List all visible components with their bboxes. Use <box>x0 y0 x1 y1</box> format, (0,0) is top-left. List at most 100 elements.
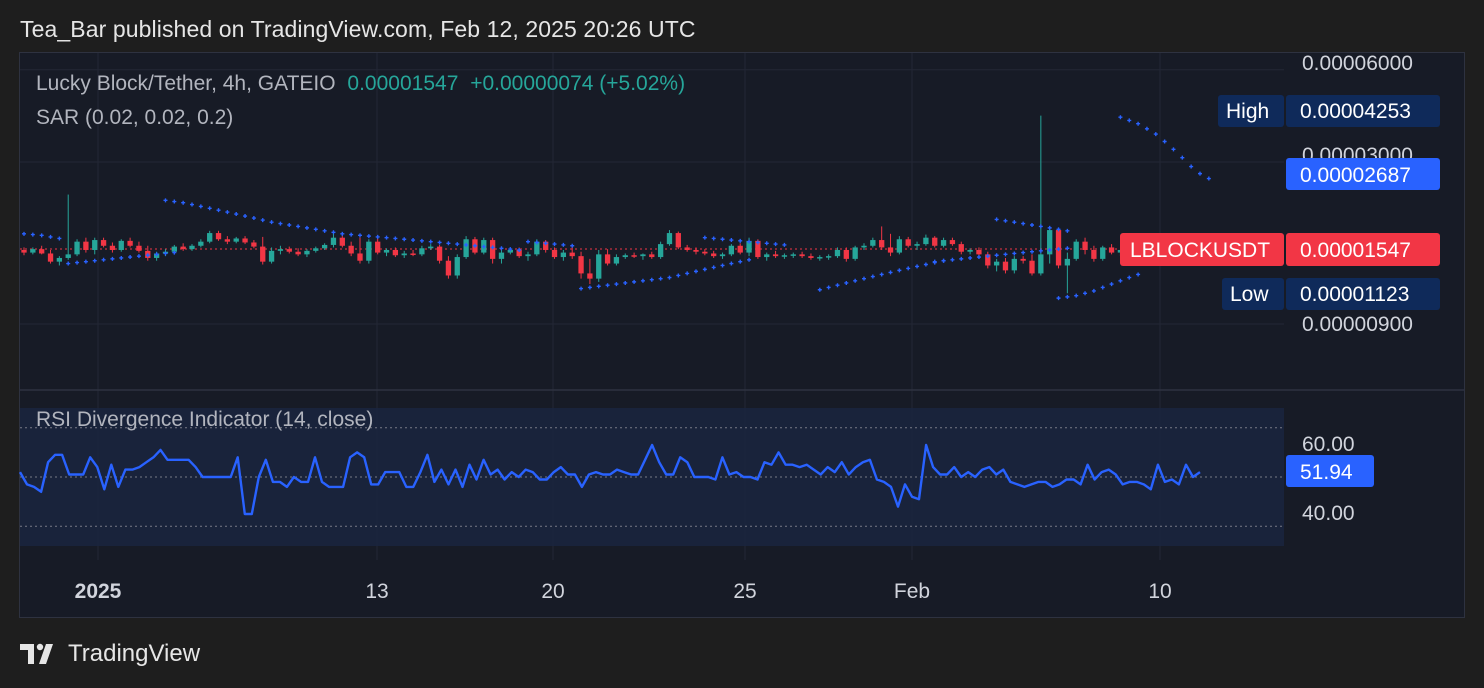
sar-dot-6-3 <box>844 280 849 285</box>
candle-body-65 <box>596 254 602 279</box>
sar-dot-10-1 <box>1127 118 1132 123</box>
candle-body-71 <box>649 254 655 258</box>
sar-dot-7-7 <box>994 253 999 258</box>
candle-body-114 <box>1029 260 1035 274</box>
symbol-legend: Lucky Block/Tether, 4h, GATEIO 0.0000154… <box>36 72 691 96</box>
sar-dot-4-3 <box>605 283 610 288</box>
candle-body-76 <box>693 249 699 252</box>
sar-dot-9-9 <box>1136 272 1141 277</box>
sar-dot-2-21 <box>349 232 354 237</box>
candle-body-108 <box>976 249 982 255</box>
chart-canvas[interactable]: 0.00006000 0.00003000 0.00000900 High 0.… <box>0 0 1484 688</box>
sar-legend: SAR (0.02, 0.02, 0.2) <box>36 106 234 129</box>
candle-body-4 <box>56 257 63 262</box>
candle-body-120 <box>1082 241 1088 250</box>
sar-dot-4-5 <box>623 280 628 285</box>
candle-body-99 <box>896 239 903 253</box>
candle-body-42 <box>392 249 399 256</box>
sar-dot-2-0 <box>163 198 168 203</box>
candle-body-63 <box>578 256 584 274</box>
sar-dot-6-1 <box>826 285 831 290</box>
candle-body-19 <box>189 245 195 250</box>
candle-body-104 <box>940 240 947 246</box>
footer-brand: TradingView <box>68 640 201 667</box>
sar-dot-4-4 <box>614 282 619 287</box>
sar-dot-2-5 <box>207 206 212 211</box>
sar-dot-10-6 <box>1171 147 1176 152</box>
candle-body-32 <box>304 250 310 255</box>
candle-body-112 <box>1011 258 1017 271</box>
low-label: Low <box>1230 283 1269 306</box>
candle-body-46 <box>428 246 434 249</box>
price-tick-2: 0.00000900 <box>1302 313 1413 336</box>
candle-body-29 <box>277 249 284 251</box>
sar-dot-5-9 <box>782 242 787 247</box>
sar-dot-10-10 <box>1206 176 1211 181</box>
time-tick-25: 25 <box>733 580 756 603</box>
candle-body-102 <box>923 237 929 245</box>
sar-dot-4-9 <box>658 276 663 281</box>
candle-body-68 <box>622 255 628 258</box>
candle-body-122 <box>1100 247 1106 259</box>
time-tick-2025: 2025 <box>75 580 122 603</box>
candle-body-78 <box>711 253 717 257</box>
sar-dot-2-10 <box>251 216 256 221</box>
candle-body-61 <box>560 252 567 258</box>
sar-dot-4-6 <box>632 279 637 284</box>
sar-dot-10-9 <box>1198 171 1202 176</box>
sar-dot-4-2 <box>596 284 601 289</box>
low-value: 0.00001123 <box>1300 283 1409 306</box>
candle-body-93 <box>843 249 849 259</box>
candle-body-33 <box>313 248 319 251</box>
sar-dot-2-8 <box>234 212 239 217</box>
candle-body-67 <box>613 257 620 264</box>
sar-dot-2-2 <box>181 200 186 205</box>
sar-dot-9-5 <box>1100 285 1105 290</box>
candle-body-81 <box>737 245 743 253</box>
sar-dot-9-1 <box>1065 294 1070 299</box>
candle-body-49 <box>454 257 460 276</box>
sar-dot-8-0 <box>994 217 999 222</box>
candle-body-94 <box>852 247 858 259</box>
sar-dot-2-6 <box>216 208 221 213</box>
sar-dot-2-18 <box>322 228 327 233</box>
sar-dot-9-4 <box>1091 288 1096 293</box>
candle-body-87 <box>790 254 796 256</box>
sar-dot-2-29 <box>419 238 424 243</box>
tradingview-logo-icon <box>20 643 53 664</box>
sar-dot-2-19 <box>331 230 336 235</box>
sar-dot-2-22 <box>358 233 362 238</box>
time-tick-feb: Feb <box>894 580 930 603</box>
sar-dot-7-12 <box>1038 248 1043 253</box>
sar-dot-1-7 <box>128 255 133 260</box>
sar-dot-2-16 <box>304 225 309 230</box>
sar-dot-7-4 <box>968 255 973 260</box>
footer: TradingView <box>20 640 200 668</box>
candle-body-6 <box>74 241 80 255</box>
sar-dot-2-28 <box>411 238 416 243</box>
sar-dot-5-7 <box>764 241 769 246</box>
sar-dot-1-5 <box>110 256 115 261</box>
sar-dot-8-1 <box>1003 218 1008 223</box>
sar-dot-6-4 <box>853 278 858 283</box>
candle-body-98 <box>887 247 894 253</box>
candles-group <box>21 115 1203 294</box>
sar-dot-7-5 <box>976 255 981 260</box>
candle-body-12 <box>127 240 133 246</box>
sar-dot-2-13 <box>278 221 283 226</box>
candle-body-79 <box>719 254 726 257</box>
candle-body-27 <box>260 246 266 262</box>
sar-dot-2-3 <box>190 202 194 207</box>
sar-dot-6-7 <box>879 272 884 277</box>
sar-dot-1-2 <box>83 259 88 264</box>
sar-dot-6-12 <box>923 262 928 267</box>
sar-dot-5-0 <box>702 235 707 240</box>
sar-dot-7-9 <box>1012 251 1017 256</box>
sar-dot-8-5 <box>1038 224 1043 229</box>
sar-dot-1-1 <box>75 260 80 265</box>
sar-dot-7-11 <box>1030 249 1034 254</box>
sar-dot-0-4 <box>57 236 62 241</box>
sar-dot-9-2 <box>1074 293 1079 298</box>
sar-dot-6-5 <box>862 276 866 281</box>
sar-dot-2-23 <box>366 234 371 239</box>
